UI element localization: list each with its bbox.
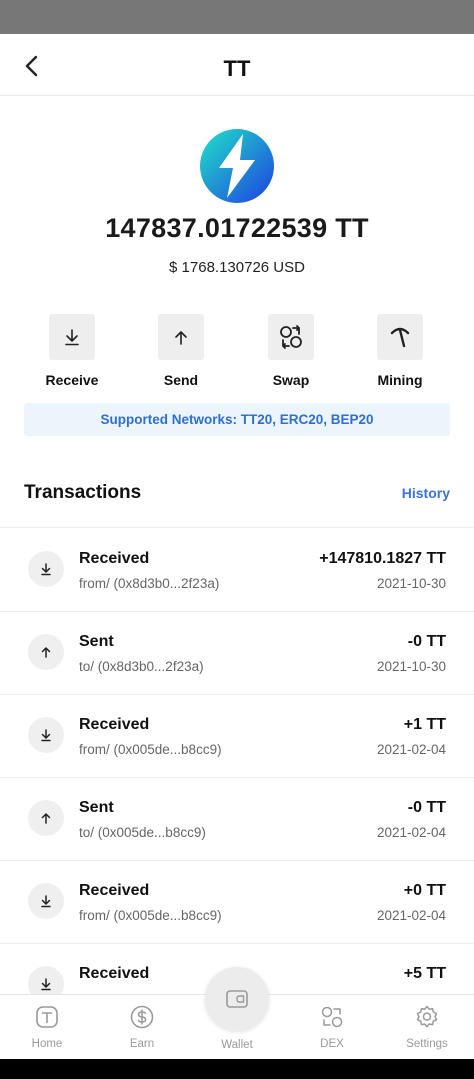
transaction-date: 2021-02-04 xyxy=(376,908,446,923)
receive-label: Receive xyxy=(45,372,99,388)
wallet-icon xyxy=(226,990,248,1008)
transaction-row[interactable]: Received from/ (0x8d3b0...2f23a) +147810… xyxy=(0,529,474,612)
tab-earn[interactable]: Earn xyxy=(102,1003,182,1050)
receive-icon-box xyxy=(49,314,95,360)
tab-dex[interactable]: DEX xyxy=(292,1003,372,1050)
dollar-icon xyxy=(128,1003,156,1031)
status-bar xyxy=(0,0,474,34)
transaction-row[interactable]: Sent to/ (0x8d3b0...2f23a) -0 TT 2021-10… xyxy=(0,612,474,695)
send-button[interactable]: Send xyxy=(131,314,231,388)
send-label: Send xyxy=(163,372,199,388)
tab-home[interactable]: Home xyxy=(7,1003,87,1050)
tab-wallet[interactable] xyxy=(205,967,269,1031)
receive-button[interactable]: Receive xyxy=(22,314,122,388)
transaction-type: Sent xyxy=(79,633,114,650)
page-title: TT xyxy=(223,56,251,81)
transaction-type: Received xyxy=(79,882,150,899)
home-icon xyxy=(33,1003,61,1031)
fiat-value: $ 1768.130726 USD xyxy=(169,259,305,276)
tab-wallet-label: Wallet xyxy=(221,1039,253,1051)
lightning-bolt-icon xyxy=(200,129,274,203)
bottom-tab-bar: Home Earn Wallet DEX Settings xyxy=(0,967,474,1059)
nav-bar: TT xyxy=(0,34,474,96)
sent-icon xyxy=(28,634,64,670)
tab-earn-label: Earn xyxy=(129,1038,155,1050)
supported-networks-banner: Supported Networks: TT20, ERC20, BEP20 xyxy=(24,403,450,436)
transactions-title: Transactions xyxy=(24,482,142,503)
transactions-header: Transactions History xyxy=(0,468,474,528)
transaction-amount: +0 TT xyxy=(403,882,446,899)
dex-icon xyxy=(318,1003,346,1031)
transaction-type: Received xyxy=(79,550,150,567)
transaction-address: to/ (0x8d3b0...2f23a) xyxy=(79,659,204,674)
transaction-address: to/ (0x005de...b8cc9) xyxy=(79,825,206,840)
transaction-amount: -0 TT xyxy=(407,633,446,650)
transaction-type: Received xyxy=(79,716,150,733)
transaction-date: 2021-02-04 xyxy=(376,825,446,840)
history-link[interactable]: History xyxy=(402,485,450,501)
sent-icon xyxy=(28,800,64,836)
transaction-date: 2021-10-30 xyxy=(376,659,446,674)
transaction-amount: +5 TT xyxy=(403,965,446,982)
transaction-date: 2021-10-30 xyxy=(376,576,446,591)
token-balance: 147837.01722539 TT xyxy=(105,213,369,243)
tab-settings[interactable]: Settings xyxy=(387,1003,467,1050)
tab-settings-label: Settings xyxy=(406,1038,448,1050)
pickaxe-icon xyxy=(390,327,410,348)
mining-button[interactable]: Mining xyxy=(350,314,450,388)
transaction-date: 2021-02-04 xyxy=(376,742,446,757)
received-icon xyxy=(28,551,64,587)
swap-button[interactable]: Swap xyxy=(241,314,341,388)
transaction-address: from/ (0x005de...b8cc9) xyxy=(79,908,222,923)
gear-icon xyxy=(413,1003,441,1031)
received-icon xyxy=(28,717,64,753)
transaction-row[interactable]: Received from/ (0x005de...b8cc9) +1 TT 2… xyxy=(0,695,474,778)
transaction-row[interactable]: Received from/ (0x005de...b8cc9) +0 TT 2… xyxy=(0,861,474,944)
transaction-address: from/ (0x8d3b0...2f23a) xyxy=(79,576,220,591)
transaction-address: from/ (0x005de...b8cc9) xyxy=(79,742,222,757)
swap-icon-box xyxy=(268,314,314,360)
mining-label: Mining xyxy=(377,372,423,388)
swap-icon xyxy=(280,325,302,349)
arrow-down-icon xyxy=(65,329,79,346)
tab-dex-label: DEX xyxy=(320,1038,344,1050)
transaction-list: Received from/ (0x8d3b0...2f23a) +147810… xyxy=(0,529,474,994)
transaction-row[interactable]: Sent to/ (0x005de...b8cc9) -0 TT 2021-02… xyxy=(0,778,474,861)
transaction-amount: +147810.1827 TT xyxy=(319,550,446,567)
tab-home-label: Home xyxy=(31,1038,63,1050)
received-icon xyxy=(28,966,64,994)
system-nav-bar xyxy=(0,1059,474,1079)
received-icon xyxy=(28,883,64,919)
send-icon-box xyxy=(158,314,204,360)
transaction-amount: -0 TT xyxy=(407,799,446,816)
mining-icon-box xyxy=(377,314,423,360)
arrow-up-icon xyxy=(175,331,187,345)
transaction-type: Sent xyxy=(79,799,114,816)
transaction-amount: +1 TT xyxy=(403,716,446,733)
transaction-type: Received xyxy=(79,965,150,982)
action-row: Receive Send Swap Mining xyxy=(0,314,474,394)
swap-label: Swap xyxy=(272,372,310,388)
